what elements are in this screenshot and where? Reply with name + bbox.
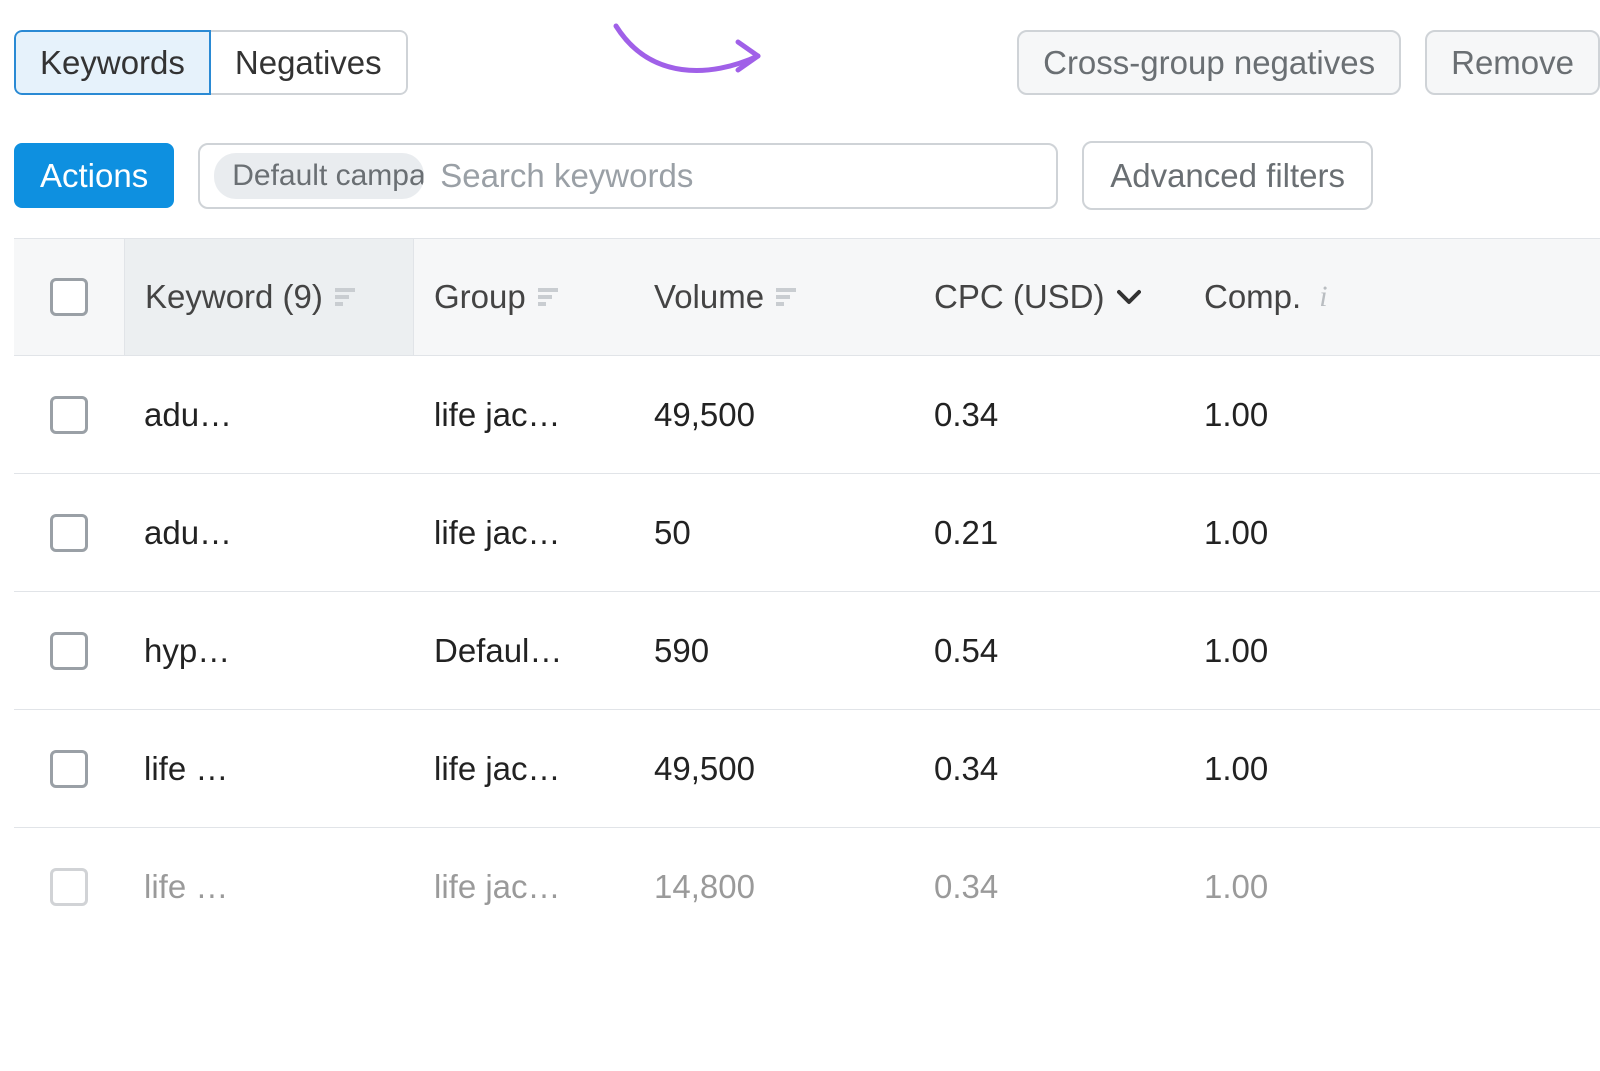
select-all-checkbox[interactable] [50,278,88,316]
column-header-checkbox [14,239,124,355]
cell-keyword: adu… [124,514,414,552]
cell-keyword: hyp… [124,632,414,670]
cell-checkbox [14,868,124,906]
cell-volume: 49,500 [634,750,914,788]
cell-group: life jac… [414,396,634,434]
column-header-comp[interactable]: Comp. i [1184,239,1600,355]
column-header-cpc-label: CPC (USD) [934,278,1105,316]
cell-checkbox [14,750,124,788]
cell-cpc: 0.34 [914,868,1184,906]
tab-keywords[interactable]: Keywords [14,30,211,95]
sort-icon [538,288,558,306]
cell-checkbox [14,514,124,552]
table-header-row: Keyword (9) Group Volume CPC (USD) [14,238,1600,356]
table-row: life …life jac…14,8000.341.00 [14,828,1600,946]
campaign-chip[interactable]: Default campa [214,153,424,199]
column-header-volume[interactable]: Volume [634,239,914,355]
keywords-table: Keyword (9) Group Volume CPC (USD) [14,238,1600,946]
cell-checkbox [14,632,124,670]
sort-icon [776,288,796,306]
cell-comp: 1.00 [1184,868,1600,906]
table-row: adu…life jac…500.211.00 [14,474,1600,592]
chevron-down-icon [1117,289,1141,305]
column-header-keyword[interactable]: Keyword (9) [124,239,414,355]
cell-cpc: 0.34 [914,750,1184,788]
cell-checkbox [14,396,124,434]
actions-button[interactable]: Actions [14,143,174,208]
row-checkbox[interactable] [50,632,88,670]
column-header-comp-label: Comp. [1204,278,1301,316]
column-header-group-label: Group [434,278,526,316]
row-checkbox[interactable] [50,868,88,906]
cell-keyword: life … [124,750,414,788]
cell-cpc: 0.21 [914,514,1184,552]
remove-button[interactable]: Remove [1425,30,1600,95]
cell-comp: 1.00 [1184,750,1600,788]
row-checkbox[interactable] [50,514,88,552]
cell-group: life jac… [414,514,634,552]
top-bar: Keywords Negatives Cross-group negatives… [14,30,1600,95]
table-row: life …life jac…49,5000.341.00 [14,710,1600,828]
cell-group: life jac… [414,750,634,788]
column-header-group[interactable]: Group [414,239,634,355]
sort-icon [335,288,355,306]
controls-row: Actions Default campa Advanced filters [14,141,1600,210]
row-checkbox[interactable] [50,396,88,434]
info-icon: i [1319,280,1327,314]
keyword-manager-panel: Keywords Negatives Cross-group negatives… [0,0,1600,1071]
tab-negatives[interactable]: Negatives [211,30,408,95]
cell-comp: 1.00 [1184,632,1600,670]
search-input[interactable] [438,156,1042,196]
cell-volume: 49,500 [634,396,914,434]
advanced-filters-button[interactable]: Advanced filters [1082,141,1373,210]
cell-cpc: 0.34 [914,396,1184,434]
cell-comp: 1.00 [1184,514,1600,552]
cell-keyword: life … [124,868,414,906]
cell-volume: 590 [634,632,914,670]
cell-keyword: adu… [124,396,414,434]
column-header-keyword-label: Keyword (9) [145,278,323,316]
cell-cpc: 0.54 [914,632,1184,670]
cross-group-negatives-button[interactable]: Cross-group negatives [1017,30,1401,95]
cell-group: Defaul… [414,632,634,670]
tab-group: Keywords Negatives [14,30,408,95]
table-row: adu…life jac…49,5000.341.00 [14,356,1600,474]
row-checkbox[interactable] [50,750,88,788]
cell-group: life jac… [414,868,634,906]
table-body: adu…life jac…49,5000.341.00adu…life jac…… [14,356,1600,946]
cell-comp: 1.00 [1184,396,1600,434]
cell-volume: 50 [634,514,914,552]
top-right-buttons: Cross-group negatives Remove [1017,30,1600,95]
table-row: hyp…Defaul…5900.541.00 [14,592,1600,710]
column-header-cpc[interactable]: CPC (USD) [914,239,1184,355]
column-header-volume-label: Volume [654,278,764,316]
search-field[interactable]: Default campa [198,143,1058,209]
cell-volume: 14,800 [634,868,914,906]
